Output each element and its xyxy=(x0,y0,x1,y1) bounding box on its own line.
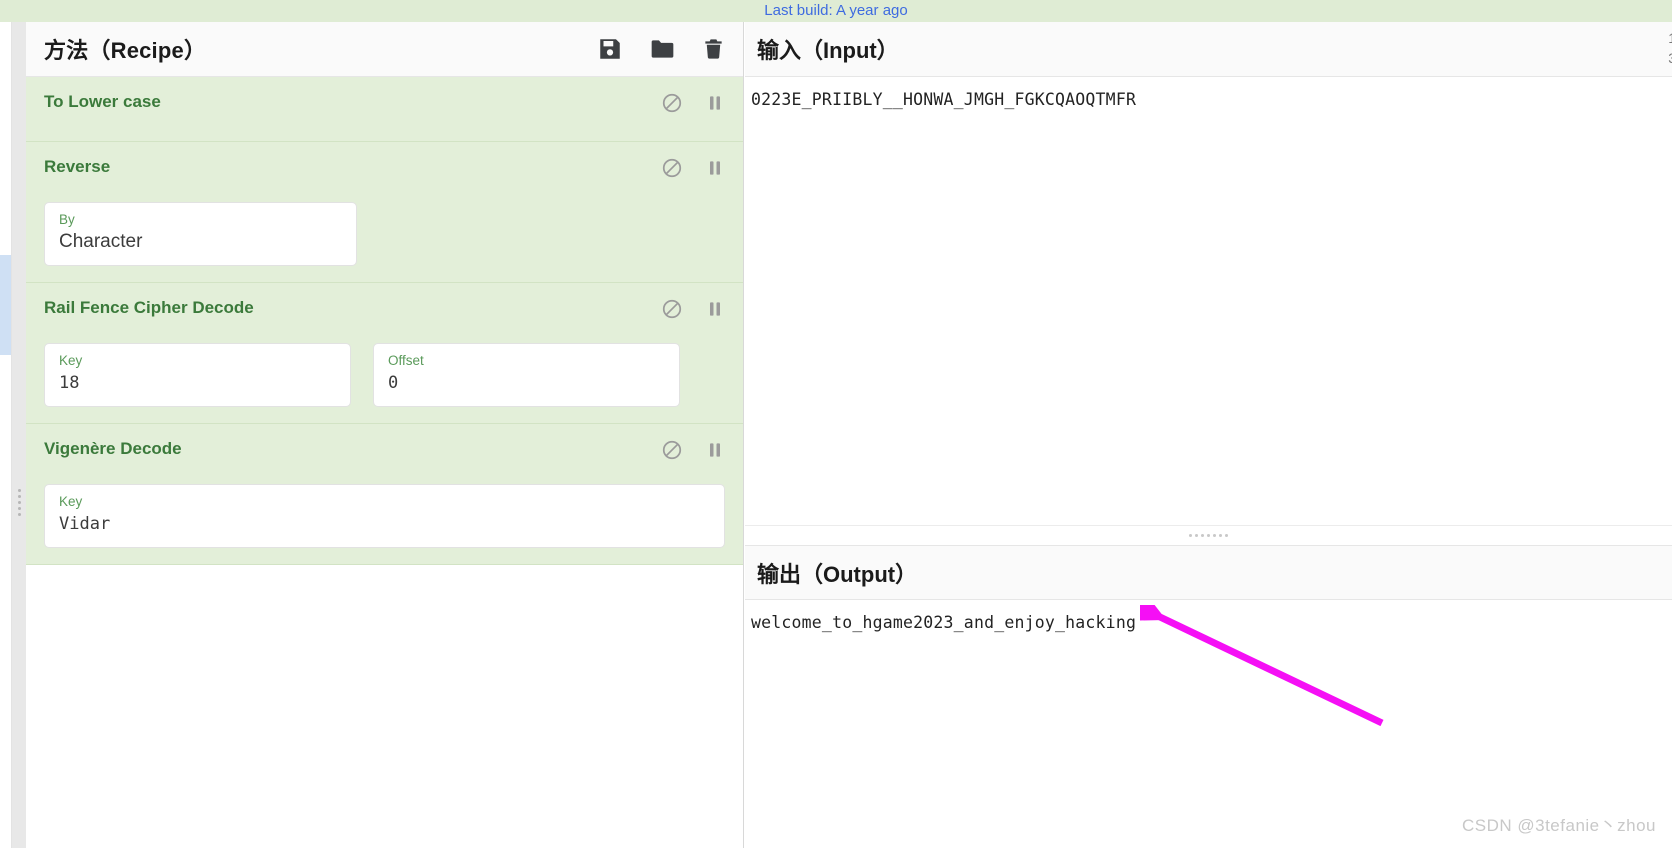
io-splitter[interactable] xyxy=(745,525,1672,545)
operation-title: Reverse xyxy=(44,157,111,176)
watermark: CSDN @3tefanie丶zhou xyxy=(1461,816,1656,835)
recipe-operation[interactable]: Vigenère Decode Key Vidar xyxy=(26,424,743,565)
output-title-bar: 输出（Output） xyxy=(745,545,1672,600)
output-section: 输出（Output） welcome_to_hgame2023_and_enjo… xyxy=(745,545,1672,848)
folder-icon[interactable] xyxy=(649,36,676,62)
argument-value: 18 xyxy=(59,373,80,393)
input-meta-line1: 1 xyxy=(1668,28,1672,48)
input-title: 输入（Input） xyxy=(757,38,899,63)
input-meta: 1 3 xyxy=(1668,28,1672,68)
floppy-disk-icon[interactable] xyxy=(597,36,623,62)
argument-label: Offset xyxy=(388,353,424,368)
disable-icon[interactable] xyxy=(661,157,683,179)
recipe-operations-list: To Lower case Reverse By Character Rail … xyxy=(26,77,743,565)
breakpoint-pause-icon[interactable] xyxy=(705,298,725,320)
argument-label: By xyxy=(59,212,75,227)
left-rail xyxy=(0,22,12,848)
input-section: 输入（Input） 1 3 0223E_PRIIBLY__HONWA_JMGH_… xyxy=(745,22,1672,525)
argument-label: Key xyxy=(59,353,83,368)
recipe-title-bar: 方法（Recipe） xyxy=(26,22,743,77)
output-body[interactable]: welcome_to_hgame2023_and_enjoy_hacking xyxy=(745,600,1672,634)
breakpoint-pause-icon[interactable] xyxy=(705,157,725,179)
cyberchef-app: Last build: A year ago 方法（Recipe） To Low… xyxy=(0,0,1672,848)
recipe-pane: 方法（Recipe） To Lower case Reverse By Char… xyxy=(26,22,744,848)
operation-title: Rail Fence Cipher Decode xyxy=(44,298,254,317)
input-body[interactable]: 0223E_PRIIBLY__HONWA_JMGH_FGKCQAOQTMFR xyxy=(745,77,1672,517)
recipe-operation[interactable]: To Lower case xyxy=(26,77,743,142)
build-banner: Last build: A year ago xyxy=(0,0,1672,22)
splitter-grip-icon xyxy=(1189,534,1228,537)
output-text: welcome_to_hgame2023_and_enjoy_hacking xyxy=(751,613,1137,632)
recipe-operation[interactable]: Rail Fence Cipher Decode Key 18 Offset 0 xyxy=(26,283,743,424)
input-meta-line2: 3 xyxy=(1668,48,1672,68)
argument-value: Vidar xyxy=(59,514,111,534)
argument-key[interactable]: Key Vidar xyxy=(44,484,725,548)
recipe-actions xyxy=(597,36,725,62)
recipe-drop-area[interactable] xyxy=(26,565,743,848)
recipe-operation[interactable]: Reverse By Character xyxy=(26,142,743,283)
argument-value: 0 xyxy=(388,373,399,393)
argument-by[interactable]: By Character xyxy=(44,202,357,266)
argument-value: Character xyxy=(59,231,143,252)
pane-resize-handle-left[interactable] xyxy=(14,482,24,522)
breakpoint-pause-icon[interactable] xyxy=(705,92,725,114)
left-rail-scrollbar[interactable] xyxy=(0,255,11,355)
breakpoint-pause-icon[interactable] xyxy=(705,439,725,461)
argument-label: Key xyxy=(59,494,83,509)
disable-icon[interactable] xyxy=(661,298,683,320)
input-title-bar: 输入（Input） 1 3 xyxy=(745,22,1672,77)
argument-offset[interactable]: Offset 0 xyxy=(373,343,680,407)
last-build-text[interactable]: Last build: A year ago xyxy=(764,2,907,20)
recipe-title: 方法（Recipe） xyxy=(44,38,207,63)
disable-icon[interactable] xyxy=(661,92,683,114)
disable-icon[interactable] xyxy=(661,439,683,461)
operation-title: To Lower case xyxy=(44,92,161,111)
operations-pane-edge xyxy=(12,22,26,848)
input-text[interactable]: 0223E_PRIIBLY__HONWA_JMGH_FGKCQAOQTMFR xyxy=(751,89,1672,111)
operation-title: Vigenère Decode xyxy=(44,439,182,458)
output-title: 输出（Output） xyxy=(757,561,918,587)
argument-key[interactable]: Key 18 xyxy=(44,343,351,407)
io-pane: 输入（Input） 1 3 0223E_PRIIBLY__HONWA_JMGH_… xyxy=(745,22,1672,848)
trash-icon[interactable] xyxy=(702,36,725,62)
